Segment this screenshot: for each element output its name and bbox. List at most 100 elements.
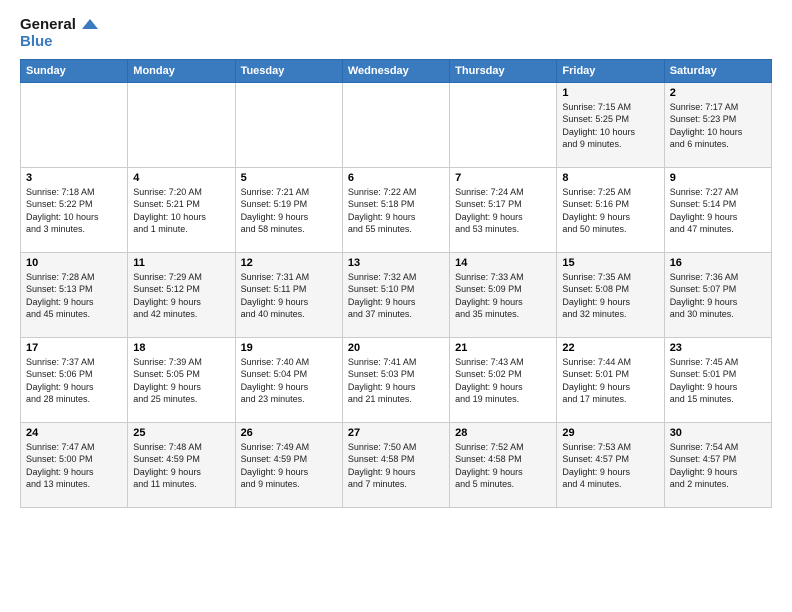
logo-general: General xyxy=(20,16,98,33)
day-info: Sunrise: 7:25 AM Sunset: 5:16 PM Dayligh… xyxy=(562,186,658,236)
day-number: 12 xyxy=(241,257,337,269)
day-number: 13 xyxy=(348,257,444,269)
day-info: Sunrise: 7:36 AM Sunset: 5:07 PM Dayligh… xyxy=(670,271,766,321)
col-saturday: Saturday xyxy=(664,59,771,82)
day-number: 26 xyxy=(241,427,337,439)
day-number: 9 xyxy=(670,172,766,184)
day-info: Sunrise: 7:52 AM Sunset: 4:58 PM Dayligh… xyxy=(455,441,551,491)
col-thursday: Thursday xyxy=(450,59,557,82)
col-wednesday: Wednesday xyxy=(342,59,449,82)
day-number: 19 xyxy=(241,342,337,354)
day-number: 29 xyxy=(562,427,658,439)
table-row: 7 Sunrise: 7:24 AM Sunset: 5:17 PM Daylig… xyxy=(450,167,557,252)
day-info: Sunrise: 7:49 AM Sunset: 4:59 PM Dayligh… xyxy=(241,441,337,491)
day-number: 18 xyxy=(133,342,229,354)
day-info: Sunrise: 7:37 AM Sunset: 5:06 PM Dayligh… xyxy=(26,356,122,406)
table-row: 29Sunrise: 7:53 AM Sunset: 4:57 PM Dayli… xyxy=(557,422,664,507)
day-number: 16 xyxy=(670,257,766,269)
table-row: 14 Sunrise: 7:33 AM Sunset: 5:09 PM Dayli… xyxy=(450,252,557,337)
day-info: Sunrise: 7:28 AM Sunset: 5:13 PM Dayligh… xyxy=(26,271,122,321)
day-info: Sunrise: 7:35 AM Sunset: 5:08 PM Dayligh… xyxy=(562,271,658,321)
day-info: Sunrise: 7:21 AM Sunset: 5:19 PM Dayligh… xyxy=(241,186,337,236)
day-info: Sunrise: 7:24 AM Sunset: 5:17 PM Dayligh… xyxy=(455,186,551,236)
table-row: 25Sunrise: 7:48 AM Sunset: 4:59 PM Dayli… xyxy=(128,422,235,507)
table-row: 24 Sunrise: 7:47 AM Sunset: 5:00 PM Dayli… xyxy=(21,422,128,507)
table-row: 21 Sunrise: 7:43 AM Sunset: 5:02 PM Dayli… xyxy=(450,337,557,422)
day-info: Sunrise: 7:17 AM Sunset: 5:23 PM Dayligh… xyxy=(670,101,766,151)
table-row: 20 Sunrise: 7:41 AM Sunset: 5:03 PM Dayli… xyxy=(342,337,449,422)
day-number: 15 xyxy=(562,257,658,269)
day-info: Sunrise: 7:41 AM Sunset: 5:03 PM Dayligh… xyxy=(348,356,444,406)
table-row: 16 Sunrise: 7:36 AM Sunset: 5:07 PM Dayli… xyxy=(664,252,771,337)
day-info: Sunrise: 7:40 AM Sunset: 5:04 PM Dayligh… xyxy=(241,356,337,406)
day-info: Sunrise: 7:44 AM Sunset: 5:01 PM Dayligh… xyxy=(562,356,658,406)
table-row: 9 Sunrise: 7:27 AM Sunset: 5:14 PM Daylig… xyxy=(664,167,771,252)
day-info: Sunrise: 7:54 AM Sunset: 4:57 PM Dayligh… xyxy=(670,441,766,491)
day-info: Sunrise: 7:45 AM Sunset: 5:01 PM Dayligh… xyxy=(670,356,766,406)
day-info: Sunrise: 7:15 AM Sunset: 5:25 PM Dayligh… xyxy=(562,101,658,151)
day-number: 24 xyxy=(26,427,122,439)
day-number: 28 xyxy=(455,427,551,439)
day-number: 25 xyxy=(133,427,229,439)
day-number: 14 xyxy=(455,257,551,269)
table-row: 19 Sunrise: 7:40 AM Sunset: 5:04 PM Dayli… xyxy=(235,337,342,422)
day-number: 17 xyxy=(26,342,122,354)
table-row: 10 Sunrise: 7:28 AM Sunset: 5:13 PM Dayli… xyxy=(21,252,128,337)
day-number: 6 xyxy=(348,172,444,184)
table-row: 3 Sunrise: 7:18 AM Sunset: 5:22 PM Daylig… xyxy=(21,167,128,252)
day-info: Sunrise: 7:18 AM Sunset: 5:22 PM Dayligh… xyxy=(26,186,122,236)
logo-blue: Blue xyxy=(20,33,53,50)
day-number: 2 xyxy=(670,87,766,99)
day-info: Sunrise: 7:33 AM Sunset: 5:09 PM Dayligh… xyxy=(455,271,551,321)
calendar-week-row: 24 Sunrise: 7:47 AM Sunset: 5:00 PM Dayli… xyxy=(21,422,772,507)
table-row: 8Sunrise: 7:25 AM Sunset: 5:16 PM Daylig… xyxy=(557,167,664,252)
calendar-header-row: Sunday Monday Tuesday Wednesday Thursday… xyxy=(21,59,772,82)
day-number: 22 xyxy=(562,342,658,354)
col-tuesday: Tuesday xyxy=(235,59,342,82)
day-number: 5 xyxy=(241,172,337,184)
day-info: Sunrise: 7:22 AM Sunset: 5:18 PM Dayligh… xyxy=(348,186,444,236)
col-sunday: Sunday xyxy=(21,59,128,82)
day-number: 3 xyxy=(26,172,122,184)
calendar-table: Sunday Monday Tuesday Wednesday Thursday… xyxy=(20,59,772,508)
table-row: 12Sunrise: 7:31 AM Sunset: 5:11 PM Dayli… xyxy=(235,252,342,337)
table-row: 1 Sunrise: 7:15 AM Sunset: 5:25 PM Daylig… xyxy=(557,82,664,167)
day-info: Sunrise: 7:20 AM Sunset: 5:21 PM Dayligh… xyxy=(133,186,229,236)
day-number: 23 xyxy=(670,342,766,354)
day-number: 30 xyxy=(670,427,766,439)
table-row: 4Sunrise: 7:20 AM Sunset: 5:21 PM Daylig… xyxy=(128,167,235,252)
day-info: Sunrise: 7:39 AM Sunset: 5:05 PM Dayligh… xyxy=(133,356,229,406)
day-number: 10 xyxy=(26,257,122,269)
table-row xyxy=(342,82,449,167)
day-info: Sunrise: 7:50 AM Sunset: 4:58 PM Dayligh… xyxy=(348,441,444,491)
day-number: 20 xyxy=(348,342,444,354)
col-friday: Friday xyxy=(557,59,664,82)
table-row: 26 Sunrise: 7:49 AM Sunset: 4:59 PM Dayli… xyxy=(235,422,342,507)
table-row: 30 Sunrise: 7:54 AM Sunset: 4:57 PM Dayli… xyxy=(664,422,771,507)
day-info: Sunrise: 7:43 AM Sunset: 5:02 PM Dayligh… xyxy=(455,356,551,406)
table-row: 28 Sunrise: 7:52 AM Sunset: 4:58 PM Dayli… xyxy=(450,422,557,507)
calendar-week-row: 17 Sunrise: 7:37 AM Sunset: 5:06 PM Dayli… xyxy=(21,337,772,422)
table-row: 6 Sunrise: 7:22 AM Sunset: 5:18 PM Daylig… xyxy=(342,167,449,252)
table-row xyxy=(450,82,557,167)
table-row: 27Sunrise: 7:50 AM Sunset: 4:58 PM Dayli… xyxy=(342,422,449,507)
table-row: 18 Sunrise: 7:39 AM Sunset: 5:05 PM Dayli… xyxy=(128,337,235,422)
calendar-week-row: 10 Sunrise: 7:28 AM Sunset: 5:13 PM Dayli… xyxy=(21,252,772,337)
day-info: Sunrise: 7:29 AM Sunset: 5:12 PM Dayligh… xyxy=(133,271,229,321)
day-number: 7 xyxy=(455,172,551,184)
day-number: 21 xyxy=(455,342,551,354)
calendar-week-row: 3 Sunrise: 7:18 AM Sunset: 5:22 PM Daylig… xyxy=(21,167,772,252)
table-row xyxy=(21,82,128,167)
table-row xyxy=(128,82,235,167)
day-number: 11 xyxy=(133,257,229,269)
table-row: 17 Sunrise: 7:37 AM Sunset: 5:06 PM Dayli… xyxy=(21,337,128,422)
col-monday: Monday xyxy=(128,59,235,82)
table-row: 11 Sunrise: 7:29 AM Sunset: 5:12 PM Dayli… xyxy=(128,252,235,337)
table-row: 5 Sunrise: 7:21 AM Sunset: 5:19 PM Daylig… xyxy=(235,167,342,252)
day-number: 1 xyxy=(562,87,658,99)
page-header: General Blue xyxy=(20,16,772,51)
day-info: Sunrise: 7:27 AM Sunset: 5:14 PM Dayligh… xyxy=(670,186,766,236)
day-info: Sunrise: 7:47 AM Sunset: 5:00 PM Dayligh… xyxy=(26,441,122,491)
table-row xyxy=(235,82,342,167)
table-row: 13Sunrise: 7:32 AM Sunset: 5:10 PM Dayli… xyxy=(342,252,449,337)
